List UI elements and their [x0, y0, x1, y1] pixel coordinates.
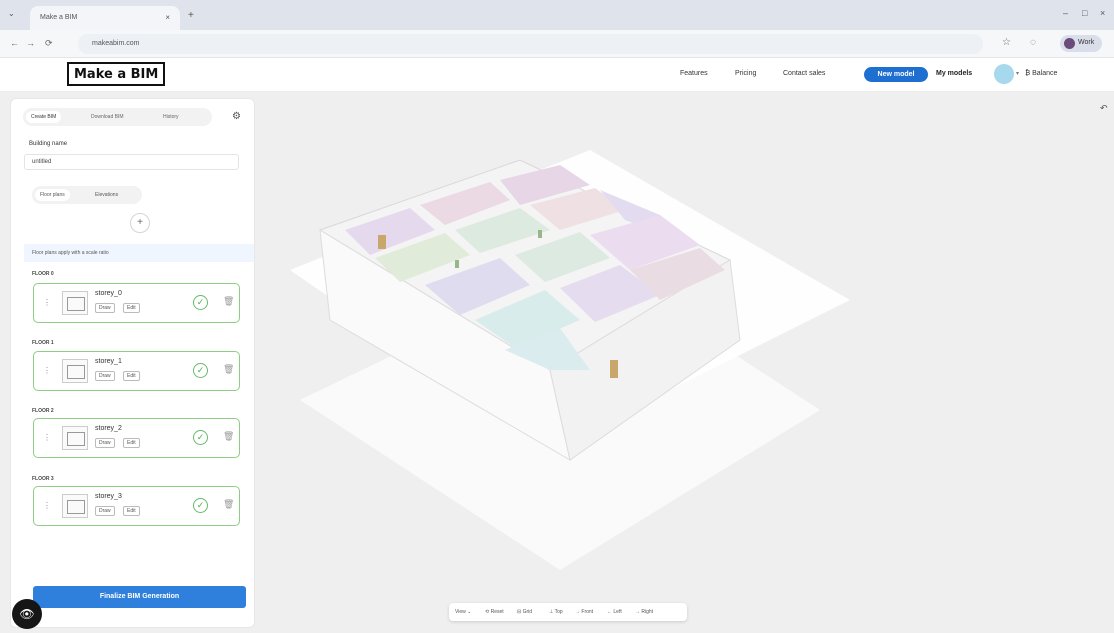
back-icon[interactable]: ←: [10, 38, 19, 48]
tab-floor-plans[interactable]: Floor plans: [35, 189, 70, 201]
info-banner: Floor plans apply with a scale ratio: [24, 244, 254, 262]
url-input[interactable]: makeabim.com: [78, 34, 983, 54]
floor-card[interactable]: ⋮ storey_0 Draw Edit ✓ 🗑: [33, 283, 240, 323]
new-tab-icon[interactable]: +: [188, 10, 194, 21]
drag-handle-icon[interactable]: ⋮: [43, 501, 51, 510]
floor-plan-thumbnail: [62, 359, 88, 383]
floor-plan-thumbnail: [62, 494, 88, 518]
tab-history[interactable]: History: [158, 111, 184, 123]
finalize-bim-button[interactable]: Finalize BIM Generation: [33, 586, 246, 608]
avatar[interactable]: [994, 64, 1014, 84]
drag-handle-icon[interactable]: ⋮: [43, 366, 51, 375]
minimize-icon[interactable]: –: [1063, 8, 1068, 18]
trash-icon[interactable]: 🗑: [223, 296, 234, 307]
grid-toggle-button[interactable]: ⊟ Grid: [517, 603, 532, 621]
nav-pricing[interactable]: Pricing: [735, 70, 756, 77]
trash-icon[interactable]: 🗑: [223, 364, 234, 375]
building-name-value: untitled: [32, 159, 52, 165]
front-view-button[interactable]: → Front: [575, 603, 593, 621]
draw-button[interactable]: Draw: [95, 506, 115, 516]
floor-label: FLOOR 0: [32, 271, 54, 277]
floor-label: FLOOR 2: [32, 408, 54, 414]
building-3d-model[interactable]: [260, 150, 860, 580]
profile-chip[interactable]: Work: [1060, 35, 1102, 52]
draw-button[interactable]: Draw: [95, 371, 115, 381]
url-text: makeabim.com: [92, 40, 140, 47]
settings-icon[interactable]: ⚙: [232, 111, 241, 122]
edit-button[interactable]: Edit: [123, 303, 140, 313]
left-view-button[interactable]: ← Left: [607, 603, 622, 621]
browser-tab[interactable]: Make a BIM ×: [30, 6, 180, 30]
new-model-button[interactable]: New model: [864, 67, 928, 82]
maximize-icon[interactable]: □: [1082, 8, 1087, 18]
balance-link[interactable]: ₿ Balance: [1025, 70, 1057, 77]
floor-label: FLOOR 1: [32, 340, 54, 346]
reset-view-button[interactable]: ⟲ Reset: [485, 603, 504, 621]
check-icon: ✓: [193, 363, 208, 378]
storey-name: storey_3: [95, 493, 122, 500]
tab-create-bim[interactable]: Create BIM: [26, 111, 62, 123]
floor-label: FLOOR 3: [32, 476, 54, 482]
storey-name: storey_0: [95, 290, 122, 297]
floor-plan-thumbnail: [62, 291, 88, 315]
check-icon: ✓: [193, 498, 208, 513]
building-name-label: Building name: [29, 141, 68, 147]
building-name-input[interactable]: untitled: [24, 154, 239, 170]
view-menu[interactable]: View ⌄: [455, 603, 471, 621]
storey-name: storey_2: [95, 425, 122, 432]
floor-sub-tabs: Floor plans Elevations: [32, 186, 142, 204]
chevron-down-icon[interactable]: ▾: [1016, 70, 1019, 77]
undo-icon[interactable]: ↶: [1100, 103, 1108, 114]
extensions-icon[interactable]: ◌: [1030, 37, 1036, 48]
drag-handle-icon[interactable]: ⋮: [43, 433, 51, 442]
edit-button[interactable]: Edit: [123, 371, 140, 381]
tab-list-icon[interactable]: ⌄: [8, 9, 15, 18]
tab-title: Make a BIM: [40, 14, 78, 21]
panel-tabs: Create BIM Download BIM History: [23, 108, 212, 126]
storey-name: storey_1: [95, 358, 122, 365]
tab-elevations[interactable]: Elevations: [90, 189, 123, 201]
site-header: Make a BIM Features Pricing Contact sale…: [0, 58, 1114, 92]
tab-download-bim[interactable]: Download BIM: [86, 111, 129, 123]
floor-plan-thumbnail: [62, 426, 88, 450]
my-models-link[interactable]: My models: [936, 70, 972, 77]
close-window-icon[interactable]: ×: [1100, 8, 1105, 18]
check-icon: ✓: [193, 295, 208, 310]
edit-button[interactable]: Edit: [123, 438, 140, 448]
edit-button[interactable]: Edit: [123, 506, 140, 516]
nav-contact-sales[interactable]: Contact sales: [783, 70, 825, 77]
nav-features[interactable]: Features: [680, 70, 708, 77]
floor-card[interactable]: ⋮ storey_2 Draw Edit ✓ 🗑: [33, 418, 240, 458]
trash-icon[interactable]: 🗑: [223, 499, 234, 510]
browser-tabbar: ⌄ Make a BIM × + – □ ×: [0, 0, 1114, 30]
floor-card[interactable]: ⋮ storey_1 Draw Edit ✓ 🗑: [33, 351, 240, 391]
profile-label: Work: [1078, 39, 1095, 46]
close-tab-icon[interactable]: ×: [165, 13, 170, 22]
bookmark-star-icon[interactable]: ☆: [1002, 37, 1011, 48]
draw-button[interactable]: Draw: [95, 303, 115, 313]
view-toggle-icon[interactable]: 👁: [12, 599, 42, 629]
check-icon: ✓: [193, 430, 208, 445]
draw-button[interactable]: Draw: [95, 438, 115, 448]
floor-card[interactable]: ⋮ storey_3 Draw Edit ✓ 🗑: [33, 486, 240, 526]
add-floor-button[interactable]: +: [130, 213, 150, 233]
forward-icon[interactable]: →: [26, 38, 35, 48]
drag-handle-icon[interactable]: ⋮: [43, 298, 51, 307]
right-view-button[interactable]: → Right: [635, 603, 653, 621]
trash-icon[interactable]: 🗑: [223, 431, 234, 442]
reload-icon[interactable]: ⟳: [45, 38, 53, 49]
site-logo[interactable]: Make a BIM: [67, 62, 166, 86]
view-toolbar: View ⌄ ⟲ Reset ⊟ Grid ⊥ Top → Front ← Le…: [449, 603, 687, 621]
address-bar: ← → ⟳ makeabim.com ☆ ◌ Work: [0, 30, 1114, 58]
top-view-button[interactable]: ⊥ Top: [549, 603, 563, 621]
